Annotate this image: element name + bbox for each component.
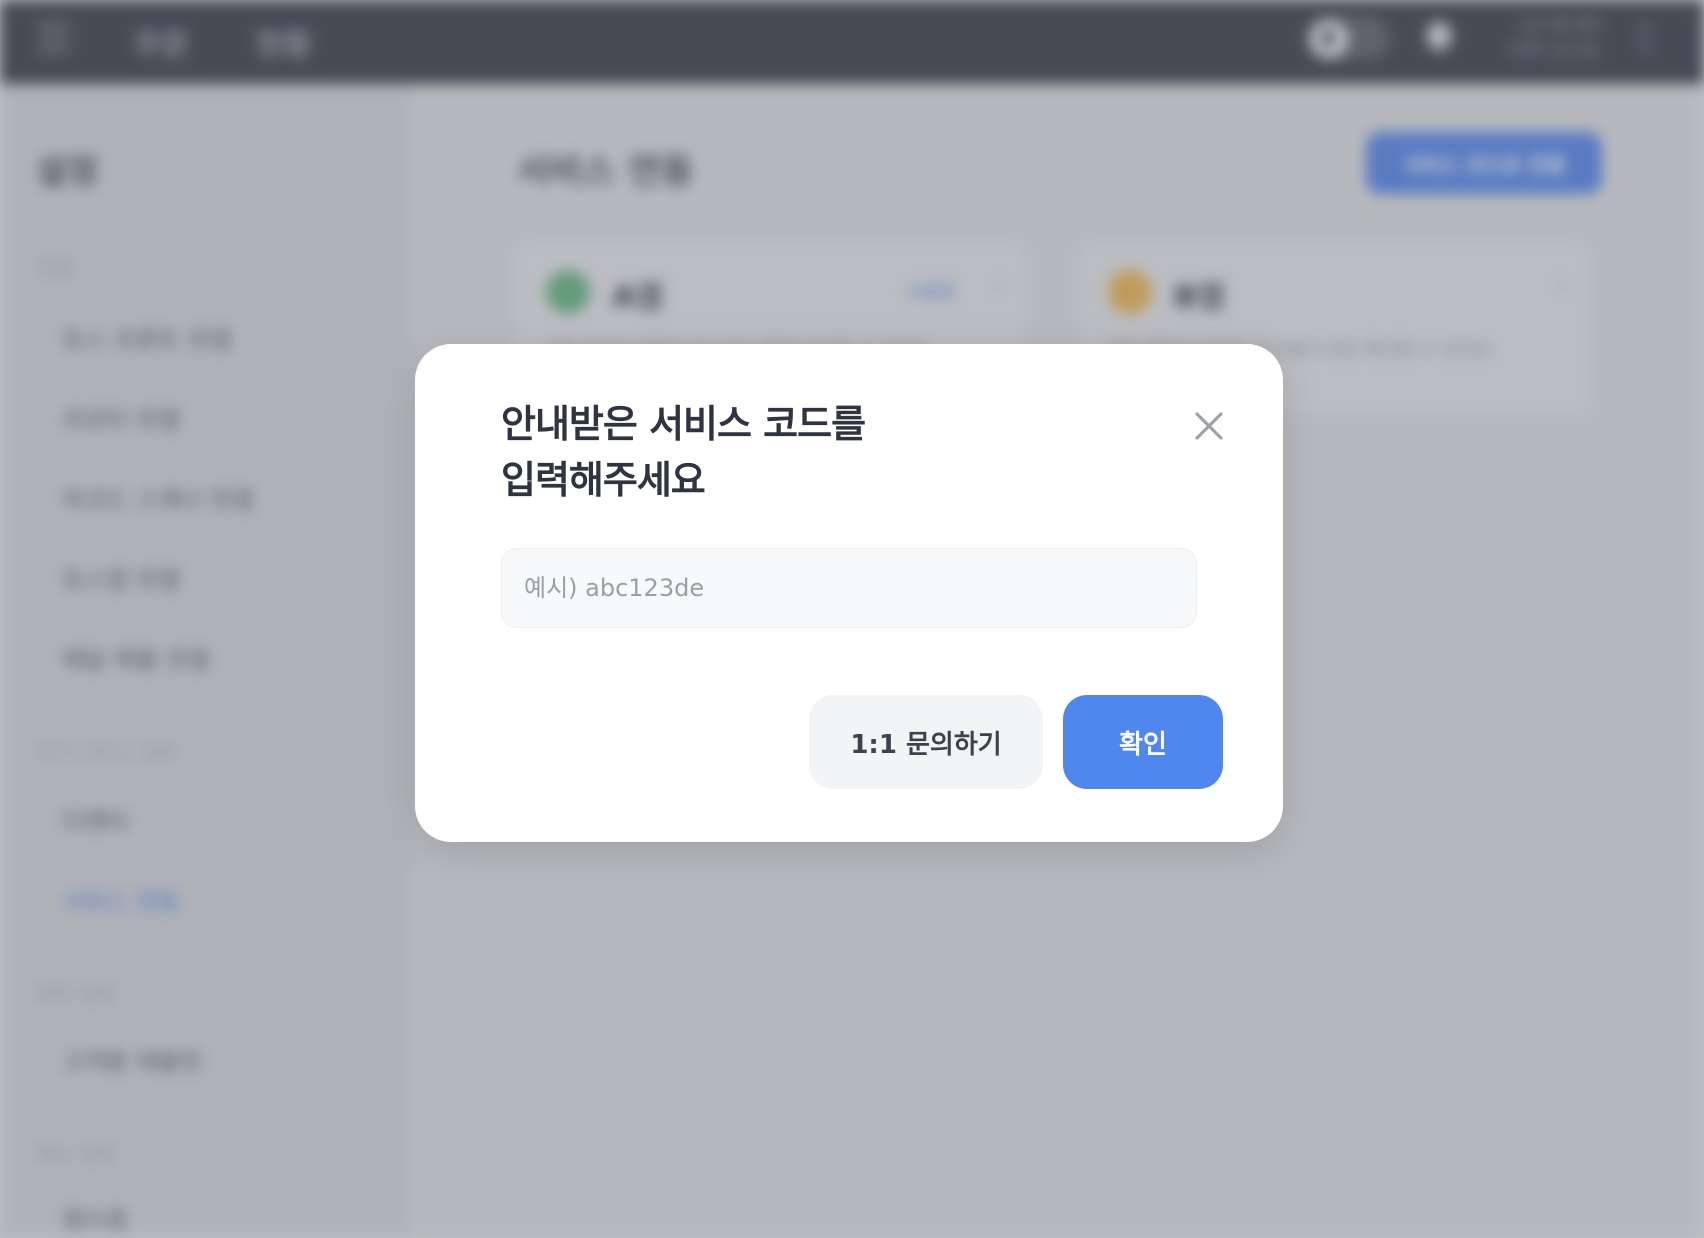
close-button[interactable] — [1185, 402, 1233, 450]
inquiry-button[interactable]: 1:1 문의하기 — [809, 695, 1043, 789]
dialog-title: 안내받은 서비스 코드를 입력해주세요 — [501, 402, 866, 502]
service-code-dialog: 안내받은 서비스 코드를 입력해주세요 1:1 문의하기 확인 — [415, 344, 1283, 842]
service-code-input[interactable] — [501, 548, 1197, 628]
confirm-button[interactable]: 확인 — [1063, 695, 1223, 789]
close-icon — [1195, 412, 1223, 440]
